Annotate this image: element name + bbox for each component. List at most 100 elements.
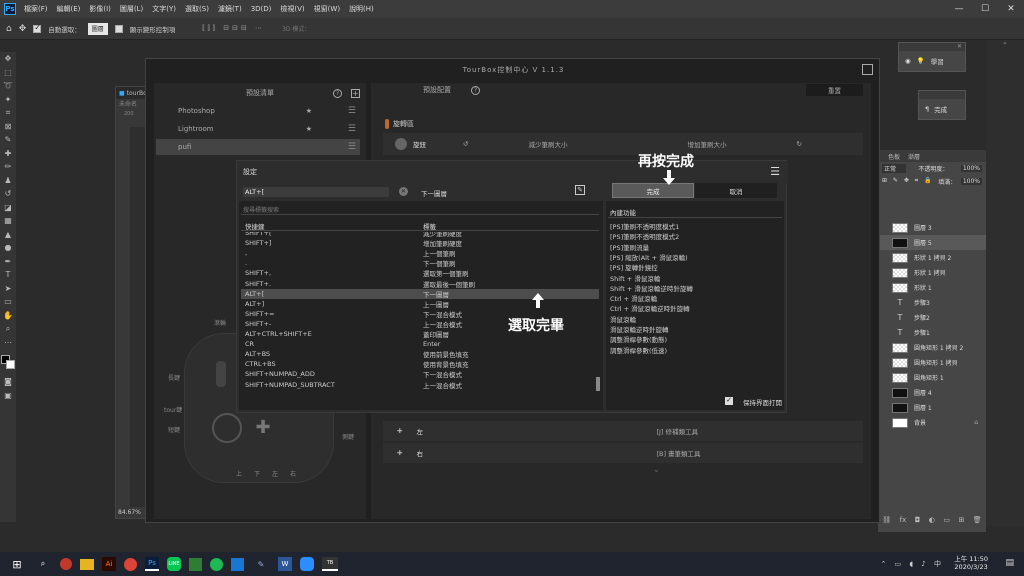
- menu-filter[interactable]: 濾鏡(T): [218, 4, 242, 14]
- layer-row[interactable]: T 步驟2: [878, 310, 986, 325]
- auto-select-dropdown[interactable]: 圖層: [87, 22, 108, 35]
- quick-mask-icon[interactable]: ◙: [0, 375, 16, 389]
- scrollbar[interactable]: [596, 377, 600, 391]
- screen-mode-icon[interactable]: ▣: [0, 389, 16, 403]
- star-icon[interactable]: ★: [306, 107, 312, 115]
- menu-edit[interactable]: 編輯(E): [57, 4, 81, 14]
- shortcut-row[interactable]: ALT+] 上一圖層: [241, 299, 599, 309]
- eyedropper-tool-icon[interactable]: ✎: [0, 133, 16, 147]
- adjustment-icon[interactable]: ◐: [929, 516, 935, 528]
- builtin-item[interactable]: [PS]筆刷不透明度模式1: [610, 221, 679, 231]
- layer-row[interactable]: 形狀 1 拷貝: [878, 265, 986, 280]
- menu-help[interactable]: 說明(H): [349, 4, 374, 14]
- knob-row[interactable]: 旋鈕 ↺ 減少筆刷大小 增加筆刷大小 ↻: [383, 133, 863, 155]
- clear-input-icon[interactable]: ✕: [399, 187, 408, 196]
- reset-button[interactable]: 重置: [806, 84, 863, 96]
- scroll-wheel-icon[interactable]: [216, 361, 226, 387]
- layer-row[interactable]: 圖層 4: [878, 385, 986, 400]
- star-icon[interactable]: ★: [306, 125, 312, 133]
- layer-row[interactable]: T 步驟1: [878, 325, 986, 340]
- builtin-item[interactable]: 調整滑桿參數(動態): [610, 334, 667, 344]
- notification-icon[interactable]: ▤: [1005, 558, 1014, 568]
- search-input[interactable]: 搜尋標籤搜索: [241, 205, 599, 215]
- menu-window[interactable]: 視窗(W): [314, 4, 340, 14]
- frame-tool-icon[interactable]: ⊠: [0, 120, 16, 134]
- search-icon[interactable]: ⌕: [34, 555, 52, 573]
- layer-row[interactable]: 形狀 1 拷貝 2: [878, 250, 986, 265]
- more-tools-icon[interactable]: ⋯: [0, 336, 16, 350]
- shortcut-row[interactable]: SHIFT+NUMPAD_ADD 下一混合模式: [241, 369, 599, 379]
- zoom-app-icon[interactable]: [300, 557, 314, 571]
- new-layer-icon[interactable]: ⊞: [958, 516, 964, 528]
- layer-row[interactable]: T 步驟3: [878, 295, 986, 310]
- minimize-button[interactable]: —: [946, 0, 972, 18]
- align-icons[interactable]: ⫿⫿⫿ ⊟⊟⊟ ⋯: [202, 24, 265, 33]
- app-icon-pen[interactable]: ✎: [252, 555, 270, 573]
- marquee-tool-icon[interactable]: ⬚: [0, 66, 16, 80]
- menu-view[interactable]: 檢視(V): [280, 4, 304, 14]
- shortcut-row[interactable]: CTRL+BS 使用背景色填充: [241, 359, 599, 369]
- layer-row[interactable]: 圓角矩形 1: [878, 370, 986, 385]
- keep-open-checkbox[interactable]: ✓: [725, 397, 733, 405]
- layer-row[interactable]: 圓角矩形 1 拷貝 2: [878, 340, 986, 355]
- eraser-tool-icon[interactable]: ◪: [0, 201, 16, 215]
- preset-lightroom[interactable]: Lightroom ★ ☰: [156, 121, 360, 137]
- help-icon[interactable]: ?: [333, 88, 342, 98]
- shortcut-row[interactable]: , 上一個筆刷: [241, 248, 599, 258]
- brush-tool-icon[interactable]: ✏: [0, 160, 16, 174]
- done-button[interactable]: 完成: [612, 183, 694, 198]
- app-icon-blue[interactable]: [231, 557, 244, 571]
- fill-input[interactable]: 100%: [960, 177, 982, 185]
- layer-row[interactable]: 圖層 3: [878, 220, 986, 235]
- move-tool-icon[interactable]: ✥: [19, 24, 27, 34]
- shortcut-row[interactable]: ALT+[下一圖層: [241, 288, 599, 299]
- menu-image[interactable]: 影像(I): [89, 4, 111, 14]
- shortcut-row[interactable]: SHIFT+. 選取最後一個筆刷: [241, 279, 599, 289]
- layer-row[interactable]: 形狀 1: [878, 280, 986, 295]
- builtin-item[interactable]: Shift + 滑鼠滾輪逆時針旋轉: [610, 283, 693, 293]
- dpad-left-row[interactable]: ✚ 左 [J] 修補類工具: [383, 421, 863, 441]
- hand-tool-icon[interactable]: ✋: [0, 309, 16, 323]
- shortcut-row[interactable]: ALT+BS 使用前景色填充: [241, 349, 599, 359]
- gradient-tool-icon[interactable]: ▦: [0, 214, 16, 228]
- spotify-icon[interactable]: [210, 557, 223, 571]
- cancel-button[interactable]: 取消: [695, 183, 777, 198]
- crop-tool-icon[interactable]: ⌗: [0, 106, 16, 120]
- tab-gradients[interactable]: 漸層: [908, 152, 920, 161]
- trash-icon[interactable]: 🗑: [973, 516, 982, 528]
- close-button[interactable]: ✕: [998, 0, 1024, 18]
- knob-icon[interactable]: [212, 413, 242, 443]
- blur-tool-icon[interactable]: ▲: [0, 228, 16, 242]
- shortcut-row[interactable]: SHIFT+[減少筆刷硬度: [241, 232, 599, 238]
- pen-tool-icon[interactable]: ✒: [0, 255, 16, 269]
- tab-swatches[interactable]: 色板: [888, 152, 900, 161]
- magic-wand-tool-icon[interactable]: ✦: [0, 93, 16, 107]
- transform-controls-checkbox[interactable]: [114, 24, 123, 33]
- builtin-item[interactable]: [PS]筆刷流量: [610, 242, 649, 252]
- layer-row[interactable]: 圓角矩形 1 拷貝: [878, 355, 986, 370]
- shortcut-input[interactable]: ALT+[: [243, 187, 389, 197]
- shortcut-row[interactable]: SHIFT+, 選取第一個筆刷: [241, 268, 599, 278]
- lock-icons[interactable]: ⊞ ✎ ✥ ⌗ 🔒: [882, 177, 934, 185]
- shortcut-row[interactable]: . 下一個筆刷: [241, 258, 599, 268]
- layer-row[interactable]: 圖層 5: [878, 235, 986, 250]
- paragraph-panel[interactable]: ¶ 完成: [918, 90, 966, 120]
- builtin-item[interactable]: 滑鼠滾輪: [610, 314, 636, 324]
- home-icon[interactable]: ⌂: [6, 24, 12, 34]
- chrome-icon[interactable]: [124, 557, 137, 571]
- shortcut-row[interactable]: SHIFT+NUMPAD_SUBTRACT 上一混合模式: [241, 380, 599, 390]
- edit-icon[interactable]: ✎: [575, 185, 585, 195]
- group-icon[interactable]: ▭: [943, 516, 950, 528]
- stamp-tool-icon[interactable]: ♟: [0, 174, 16, 188]
- builtin-item[interactable]: 調整滑桿參數(低速): [610, 345, 667, 355]
- menu-icon[interactable]: ☰: [348, 124, 356, 134]
- shortcut-row[interactable]: CR Enter: [241, 339, 599, 349]
- menu-file[interactable]: 檔案(F): [24, 4, 48, 14]
- builtin-item[interactable]: [PS] 縮放(Alt + 滑鼠滾輪): [610, 252, 688, 262]
- type-tool-icon[interactable]: T: [0, 268, 16, 282]
- layer-row[interactable]: 背景 ⌂: [878, 415, 986, 430]
- fullscreen-icon[interactable]: [862, 64, 873, 75]
- illustrator-icon[interactable]: Ai: [102, 557, 116, 571]
- menu-icon[interactable]: ☰: [348, 106, 356, 116]
- preset-pufi[interactable]: pufi ☰: [156, 139, 360, 155]
